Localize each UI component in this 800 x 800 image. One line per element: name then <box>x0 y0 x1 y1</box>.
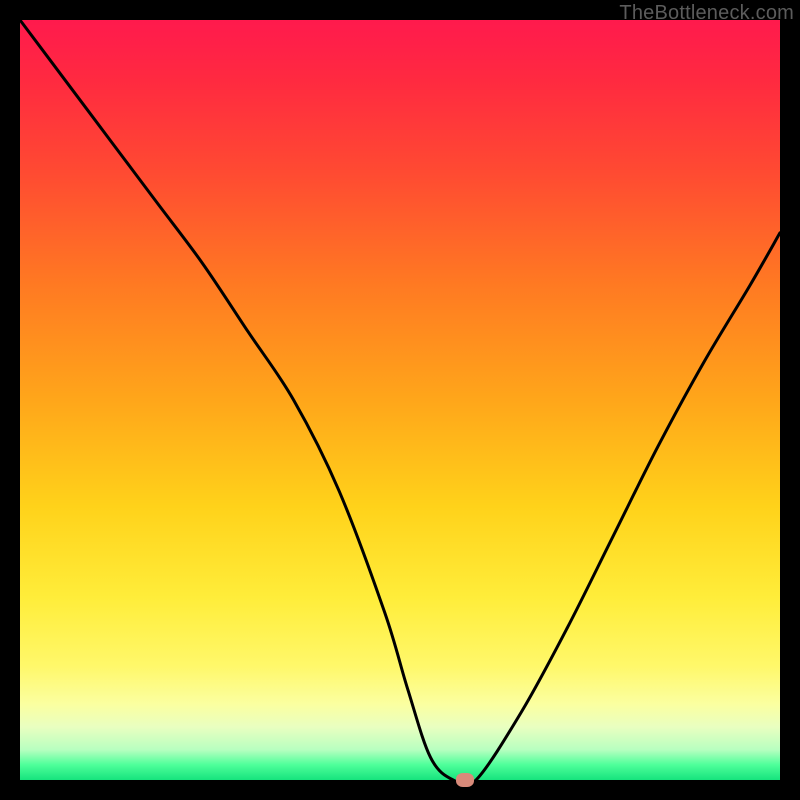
optimal-point-marker <box>456 773 474 787</box>
chart-frame: TheBottleneck.com <box>0 0 800 800</box>
bottleneck-curve <box>20 20 780 780</box>
plot-area <box>20 20 780 780</box>
